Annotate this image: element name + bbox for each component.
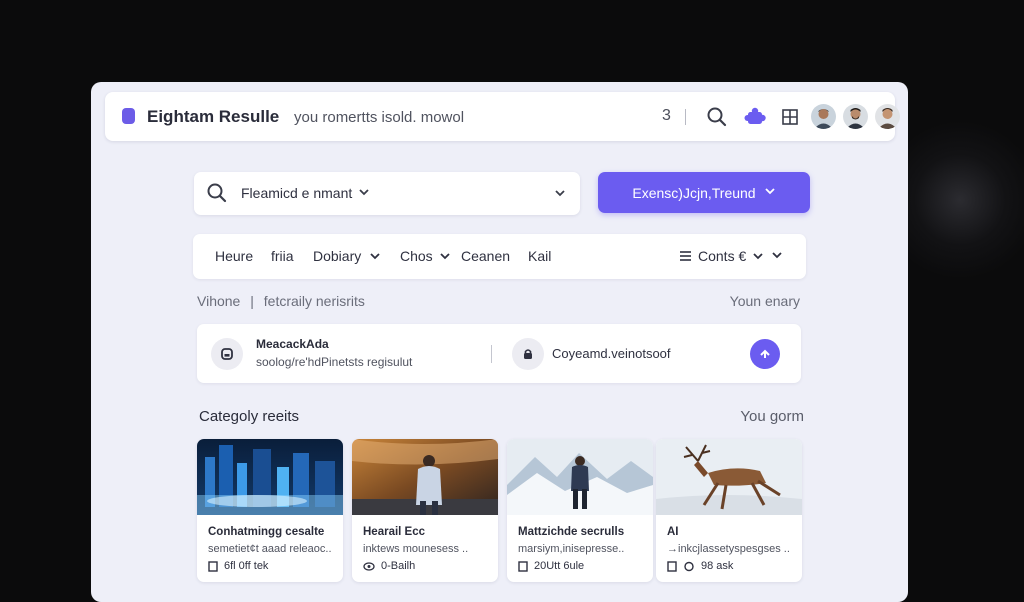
chevron-down-icon xyxy=(370,253,380,260)
card-meta: 0-Bailh xyxy=(363,560,415,572)
card-subtitle: semetiet¢t aaad releaoc.. xyxy=(208,543,332,555)
filter-item[interactable]: friia xyxy=(271,248,294,264)
primary-action-button[interactable]: Exensc)Jcjn,Treund xyxy=(598,172,810,213)
app-title: Eightam Resulle xyxy=(147,107,280,126)
grid-icon[interactable] xyxy=(779,106,801,128)
chevron-down-icon xyxy=(358,185,370,204)
card-subtitle: →inkcjlassetyspesgses .. xyxy=(667,543,790,555)
card-meta-text: 6fl 0ff tek xyxy=(224,560,269,572)
divider xyxy=(491,345,492,363)
logo-icon xyxy=(122,108,135,124)
camera-icon xyxy=(211,338,243,370)
lock-icon xyxy=(512,338,544,370)
filter-label: Chos xyxy=(400,248,433,264)
filter-label: Dobiary xyxy=(313,248,362,264)
card-title: Conhatmingg cesalte xyxy=(208,526,325,538)
card-title: Mattzichde secrulls xyxy=(518,526,625,538)
card-meta-text: 98 ask xyxy=(701,560,734,572)
chevron-down-icon xyxy=(764,184,776,201)
chevron-down-icon xyxy=(753,253,763,260)
eye-icon xyxy=(363,561,375,571)
chevron-down-icon xyxy=(440,253,450,260)
filter-item[interactable]: Chos xyxy=(400,248,451,264)
app-subtitle: you romertts isold. mowol xyxy=(294,109,465,126)
card-thumbnail xyxy=(507,439,653,515)
avatar[interactable] xyxy=(875,104,900,129)
filter-item[interactable]: Kail xyxy=(528,248,551,264)
card-title: Hearail Ecc xyxy=(363,526,426,538)
breadcrumb-right-link[interactable]: Youn enary xyxy=(730,293,800,309)
result-card[interactable]: AI →inkcjlassetyspesgses .. 98 ask xyxy=(656,439,802,582)
app-window: Eightam Resulle you romertts isold. mowo… xyxy=(91,82,908,602)
breadcrumb-item[interactable]: Vihone xyxy=(197,293,240,309)
notification-card: MeacackAda soolog/re'hdPinetsts regisulu… xyxy=(197,324,801,383)
result-card[interactable]: Mattzichde secrulls marsiym,inisepresse.… xyxy=(507,439,653,582)
puzzle-icon[interactable] xyxy=(743,105,767,129)
notification-subtitle: soolog/re'hdPinetsts regisulut xyxy=(256,355,413,369)
breadcrumb-separator: | xyxy=(250,293,254,309)
filter-bar: Heure friia Dobiary Chos Ceanen Kail Con… xyxy=(193,234,806,279)
search-icon xyxy=(206,182,228,204)
chevron-down-icon[interactable] xyxy=(771,248,783,267)
card-meta-text: 0-Bailh xyxy=(381,560,416,572)
section-link[interactable]: You gorm xyxy=(740,408,804,425)
avatar[interactable] xyxy=(811,104,836,129)
card-thumbnail xyxy=(197,439,343,515)
card-thumbnail xyxy=(656,439,802,515)
card-meta-text: 20Utt 6ule xyxy=(534,560,585,572)
card-meta: 20Utt 6ule xyxy=(518,560,584,572)
menu-icon xyxy=(680,251,691,261)
card-subtitle: marsiym,inisepresse.. xyxy=(518,543,625,555)
section-title: Categoly reeits xyxy=(199,408,300,425)
result-card[interactable]: Conhatmingg cesalte semetiet¢t aaad rele… xyxy=(197,439,343,582)
chevron-down-icon[interactable] xyxy=(554,186,566,205)
avatar[interactable] xyxy=(843,104,868,129)
primary-action-label: Exensc)Jcjn,Treund xyxy=(632,184,756,201)
top-bar: Eightam Resulle you romertts isold. mowo… xyxy=(105,92,900,141)
file-icon xyxy=(518,560,528,572)
filter-item[interactable]: Dobiary xyxy=(313,248,383,264)
filter-label: friia xyxy=(271,248,294,264)
file-icon xyxy=(667,560,677,572)
notification-title: MeacackAda xyxy=(256,337,329,351)
circle-icon xyxy=(684,561,694,571)
search-value: Fleamicd e nmant xyxy=(241,185,353,201)
result-card[interactable]: Hearail Ecc inktews mounesess .. 0-Bailh xyxy=(352,439,498,582)
card-meta: 6fl 0ff tek xyxy=(208,560,268,572)
sort-label: Conts € xyxy=(698,248,747,264)
file-icon xyxy=(208,560,218,572)
divider xyxy=(685,109,686,125)
card-thumbnail xyxy=(352,439,498,515)
sort-control[interactable]: Conts € xyxy=(679,248,764,264)
card-title: AI xyxy=(667,526,679,538)
breadcrumb-item[interactable]: fetcraily nerisrits xyxy=(264,293,365,309)
filter-item[interactable]: Ceanen xyxy=(461,248,510,264)
filter-label: Heure xyxy=(215,248,254,264)
notification-count: 3 xyxy=(662,107,671,124)
breadcrumb: Vihone | fetcraily nerisrits xyxy=(197,293,365,309)
upload-icon xyxy=(760,349,770,358)
search-input[interactable]: Fleamicd e nmant xyxy=(194,172,580,215)
notification-text: Coyeamd.veinotsoof xyxy=(552,346,671,361)
filter-label: Kail xyxy=(528,248,552,264)
filter-item[interactable]: Heure xyxy=(215,248,253,264)
card-subtitle: inktews mounesess .. xyxy=(363,543,469,555)
upload-button[interactable] xyxy=(750,339,780,369)
card-meta: 98 ask xyxy=(667,560,733,572)
search-icon[interactable] xyxy=(705,105,729,129)
filter-label: Ceanen xyxy=(461,248,511,264)
